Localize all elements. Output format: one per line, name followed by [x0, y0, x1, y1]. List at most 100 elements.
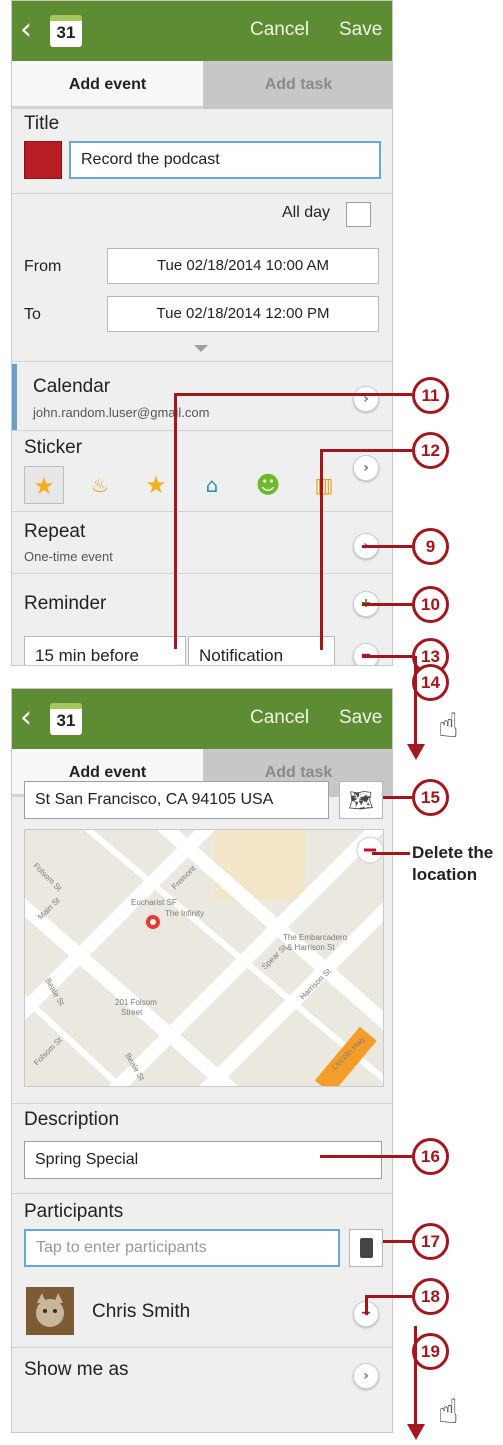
- callout-15: 15: [412, 779, 449, 816]
- swipe-hand-icon: ☝: [438, 1392, 459, 1432]
- callout-12: 12: [412, 432, 449, 469]
- all-day-label: All day: [282, 204, 331, 221]
- callout-19: 19: [412, 1333, 449, 1370]
- participants-label: Participants: [24, 1201, 124, 1222]
- callout-line: [362, 545, 412, 548]
- chevron-right-icon: ›: [363, 1368, 369, 1384]
- tab-add-event[interactable]: Add event: [12, 61, 203, 109]
- chevron-right-icon: ›: [363, 460, 369, 476]
- repeat-value: One-time event: [24, 549, 113, 564]
- participant-name: Chris Smith: [92, 1301, 191, 1322]
- scroll-arrow: [414, 656, 417, 746]
- callout-line: [174, 393, 412, 396]
- event-screen-1: ‹ 31 Cancel Save Add event Add task Titl…: [11, 0, 393, 666]
- scroll-arrow: [414, 1326, 417, 1426]
- divider: [12, 573, 392, 574]
- callout-line: [320, 449, 323, 650]
- back-icon[interactable]: ‹: [20, 15, 32, 45]
- show-me-as-chevron-button[interactable]: ›: [353, 1363, 379, 1389]
- from-datetime-field[interactable]: Tue 02/18/2014 10:00 AM: [107, 248, 379, 284]
- to-datetime-field[interactable]: Tue 02/18/2014 12:00 PM: [107, 296, 379, 332]
- reminder-time-spinner[interactable]: 15 min before: [24, 636, 186, 665]
- calendar-app-icon[interactable]: 31: [50, 703, 82, 735]
- reminder-type-spinner[interactable]: Notification: [188, 636, 335, 665]
- scroll-arrow-head: [407, 1424, 425, 1440]
- divider: [12, 1347, 392, 1348]
- cake-icon[interactable]: ♨: [80, 466, 120, 504]
- expand-caret-icon[interactable]: [194, 345, 208, 352]
- divider: [12, 1193, 392, 1194]
- calendar-account: john.random.luser@gmail.com: [33, 405, 210, 420]
- swipe-hand-icon: ☝: [438, 706, 459, 746]
- star-icon[interactable]: ★: [24, 466, 64, 504]
- description-input[interactable]: Spring Special: [24, 1141, 382, 1179]
- map-label-harrison: & Harrison St: [287, 943, 335, 952]
- bank-icon[interactable]: ⌂: [192, 466, 232, 504]
- spinner-corner-icon: [323, 664, 332, 665]
- callout-9: 9: [412, 528, 449, 565]
- divider: [12, 1103, 392, 1104]
- callout-11: 11: [412, 377, 449, 414]
- callout-line: [365, 1295, 368, 1315]
- reminder-label: Reminder: [24, 593, 107, 614]
- show-me-as-label: Show me as: [24, 1359, 129, 1380]
- sticker-row: ★ ♨ ★ ⌂ ☻ ▥: [24, 466, 340, 504]
- reminder-time-value: 15 min before: [35, 646, 139, 665]
- map-graphic: Eucharist SF The Infinity The Embarcader…: [25, 830, 383, 1086]
- sticker-chevron-button[interactable]: ›: [353, 455, 379, 481]
- top-bar: ‹ 31 Cancel Save: [12, 1, 392, 61]
- location-input[interactable]: St San Francisco, CA 94105 USA: [24, 781, 329, 819]
- contact-icon: [360, 1238, 373, 1258]
- participants-placeholder: Tap to enter participants: [36, 1239, 207, 1256]
- divider: [12, 361, 392, 362]
- event-color-swatch[interactable]: [24, 141, 62, 179]
- avatar: [26, 1287, 74, 1335]
- participants-input[interactable]: Tap to enter participants: [24, 1229, 340, 1267]
- event-screen-2: ‹ 31 Cancel Save Add event Add task Loca…: [11, 688, 393, 1433]
- title-label: Title: [24, 113, 60, 134]
- divider: [12, 511, 392, 512]
- cancel-button[interactable]: Cancel: [250, 19, 309, 41]
- map-label-folsom201: 201 Folsom: [115, 998, 157, 1007]
- sticker-label: Sticker: [24, 437, 83, 458]
- title-input[interactable]: Record the podcast: [69, 141, 381, 179]
- map-label-infinity: The Infinity: [165, 909, 204, 918]
- calendar-label: Calendar: [33, 376, 111, 397]
- callout-17: 17: [412, 1223, 449, 1260]
- callout-line: [372, 852, 410, 855]
- map-pin-button[interactable]: 🗺: [339, 781, 383, 819]
- scroll-arrow-head: [407, 744, 425, 760]
- delete-location-note: Delete the location: [412, 843, 494, 884]
- tab-add-task[interactable]: Add task: [203, 61, 392, 109]
- callout-line: [320, 1155, 412, 1158]
- description-label: Description: [24, 1109, 120, 1130]
- tab-bar: Add event Add task: [12, 61, 392, 109]
- map-label-embarcadero: The Embarcadero: [283, 933, 348, 942]
- divider: [12, 430, 392, 431]
- back-icon[interactable]: ‹: [20, 703, 32, 733]
- reminder-type-value: Notification: [199, 646, 284, 665]
- from-label: From: [24, 258, 62, 275]
- spinner-corner-icon: [174, 664, 183, 665]
- location-map[interactable]: Eucharist SF The Infinity The Embarcader…: [24, 829, 384, 1087]
- callout-18: 18: [412, 1278, 449, 1315]
- callout-line: [320, 449, 412, 452]
- map-label-eucharist: Eucharist SF: [131, 898, 177, 907]
- callout-line: [383, 1240, 412, 1243]
- star-icon[interactable]: ★: [136, 466, 176, 504]
- callout-line: [362, 655, 412, 658]
- all-day-checkbox[interactable]: [346, 202, 371, 227]
- save-button[interactable]: Save: [339, 707, 382, 729]
- cancel-button[interactable]: Cancel: [250, 707, 309, 729]
- calendar-chevron-button[interactable]: ›: [353, 386, 379, 412]
- callout-14: 14: [412, 664, 449, 701]
- trash-icon[interactable]: ▥: [304, 466, 344, 504]
- callout-16: 16: [412, 1138, 449, 1175]
- save-button[interactable]: Save: [339, 19, 382, 41]
- calendar-color-strip: [12, 364, 17, 430]
- smiley-icon[interactable]: ☻: [248, 466, 288, 504]
- svg-text:Street: Street: [121, 1008, 143, 1017]
- top-bar: ‹ 31 Cancel Save: [12, 689, 392, 749]
- calendar-app-icon[interactable]: 31: [50, 15, 82, 47]
- contacts-button[interactable]: [349, 1229, 383, 1267]
